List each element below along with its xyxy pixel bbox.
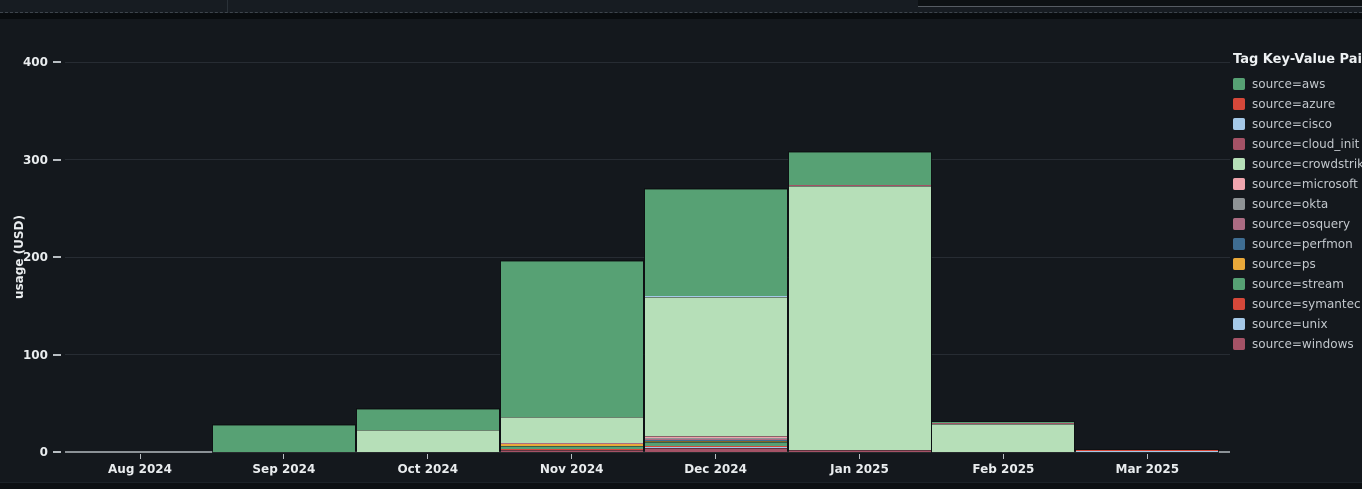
legend-item-stream[interactable]: source=stream (1233, 274, 1361, 294)
legend-swatch-icon (1233, 258, 1245, 270)
x-tick-mark (427, 454, 428, 459)
bar-segment-source=crowdstrike[interactable] (645, 297, 787, 435)
y-tick-mark (53, 61, 61, 63)
legend-swatch-icon (1233, 318, 1245, 330)
gridline-400 (65, 62, 1230, 63)
x-tick-label: Aug 2024 (85, 462, 195, 476)
bar-segment-source=crowdstrike[interactable] (789, 186, 931, 450)
legend-item-perfmon[interactable]: source=perfmon (1233, 234, 1361, 254)
x-tick-label: Oct 2024 (373, 462, 483, 476)
legend-item-windows[interactable]: source=windows (1233, 334, 1361, 354)
legend-item-unix[interactable]: source=unix (1233, 314, 1361, 334)
bar-segment-source=crowdstrike[interactable] (501, 417, 643, 442)
bar-segment-source=crowdstrike[interactable] (357, 430, 499, 452)
legend-item-label: source=cisco (1252, 117, 1332, 131)
legend-swatch-icon (1233, 278, 1245, 290)
legend-item-cisco[interactable]: source=cisco (1233, 114, 1361, 134)
x-tick-label: Dec 2024 (661, 462, 771, 476)
legend-item-label: source=crowdstrike (1252, 157, 1362, 171)
legend-item-azure[interactable]: source=azure (1233, 94, 1361, 114)
legend-item-label: source=okta (1252, 197, 1328, 211)
y-tick-label: 100 (14, 347, 48, 363)
legend-item-okta[interactable]: source=okta (1233, 194, 1361, 214)
legend-item-symantec[interactable]: source=symantec (1233, 294, 1361, 314)
legend-item-label: source=windows (1252, 337, 1354, 351)
legend-swatch-icon (1233, 218, 1245, 230)
legend-swatch-icon (1233, 78, 1245, 90)
bar-sep-2024[interactable] (213, 425, 355, 452)
legend-item-aws[interactable]: source=aws (1233, 74, 1361, 94)
bar-segment-source=aws[interactable] (645, 189, 787, 296)
legend-swatch-icon (1233, 98, 1245, 110)
legend-swatch-icon (1233, 178, 1245, 190)
legend-item-osquery[interactable]: source=osquery (1233, 214, 1361, 234)
bar-segment-source=windows[interactable] (645, 448, 787, 452)
bar-segment-source=aws[interactable] (213, 425, 355, 452)
x-tick-mark (571, 454, 572, 459)
legend: Tag Key-Value Pairs source=aws source=azu… (1233, 52, 1361, 354)
bar-mar-2025[interactable] (1076, 450, 1218, 452)
legend-item-label: source=unix (1252, 317, 1328, 331)
legend-items: source=aws source=azure source=cisco source… (1233, 74, 1361, 354)
bar-oct-2024[interactable] (357, 409, 499, 452)
x-tick-label: Sep 2024 (229, 462, 339, 476)
legend-swatch-icon (1233, 238, 1245, 250)
x-tick-mark (140, 454, 141, 459)
legend-item-label: source=microsoft (1252, 177, 1358, 191)
legend-item-label: source=symantec (1252, 297, 1361, 311)
x-tick-label: Feb 2025 (948, 462, 1058, 476)
legend-swatch-icon (1233, 138, 1245, 150)
y-tick-label: 400 (14, 54, 48, 70)
bar-segment-source=crowdstrike[interactable] (932, 424, 1074, 452)
x-tick-mark (283, 454, 284, 459)
legend-item-label: source=cloud_init (1252, 137, 1359, 151)
bar-segment-source=aws[interactable] (501, 261, 643, 418)
x-tick-label: Mar 2025 (1092, 462, 1202, 476)
legend-swatch-icon (1233, 198, 1245, 210)
legend-item-ps[interactable]: source=ps (1233, 254, 1361, 274)
bar-dec-2024[interactable] (645, 189, 787, 452)
bar-segment-source=aws[interactable] (357, 409, 499, 430)
legend-swatch-icon (1233, 298, 1245, 310)
bar-segment-source=windows[interactable] (789, 450, 931, 452)
legend-swatch-icon (1233, 338, 1245, 350)
y-tick-mark (53, 354, 61, 356)
y-tick-label: 300 (14, 152, 48, 168)
x-tick-label: Jan 2025 (805, 462, 915, 476)
x-tick-mark (715, 454, 716, 459)
legend-swatch-icon (1233, 158, 1245, 170)
top-sub-strip (0, 13, 1362, 19)
legend-item-label: source=perfmon (1252, 237, 1353, 251)
y-tick-mark (53, 159, 61, 161)
legend-title: Tag Key-Value Pairs (1233, 52, 1361, 67)
bar-segment-source=windows[interactable] (501, 450, 643, 452)
bar-segment-source=aws[interactable] (789, 152, 931, 185)
x-tick-mark (1003, 454, 1004, 459)
legend-item-cloud_init[interactable]: source=cloud_init (1233, 134, 1361, 154)
gridline-300 (65, 159, 1230, 160)
x-tick-label: Nov 2024 (517, 462, 627, 476)
bar-feb-2025[interactable] (932, 422, 1074, 452)
window-edge (918, 0, 1362, 7)
legend-item-label: source=azure (1252, 97, 1335, 111)
y-tick-mark (53, 451, 61, 453)
bar-jan-2025[interactable] (789, 152, 931, 452)
legend-item-microsoft[interactable]: source=microsoft (1233, 174, 1361, 194)
x-tick-mark (1147, 454, 1148, 459)
legend-item-crowdstrike[interactable]: source=crowdstrike (1233, 154, 1361, 174)
bar-nov-2024[interactable] (501, 261, 643, 452)
bottom-strip (0, 482, 1362, 489)
y-axis-title: usage (USD) (12, 215, 26, 299)
legend-item-label: source=ps (1252, 257, 1316, 271)
x-tick-mark (859, 454, 860, 459)
legend-swatch-icon (1233, 118, 1245, 130)
top-bar-divider (227, 0, 228, 12)
legend-item-label: source=osquery (1252, 217, 1350, 231)
y-tick-label: 0 (14, 444, 48, 460)
usage-chart-screen: 0100200300400Aug 2024Sep 2024Oct 2024Nov… (0, 0, 1362, 489)
y-tick-mark (53, 256, 61, 258)
legend-item-label: source=aws (1252, 77, 1325, 91)
legend-item-label: source=stream (1252, 277, 1344, 291)
bar-segment-source=unix[interactable] (1076, 451, 1218, 452)
